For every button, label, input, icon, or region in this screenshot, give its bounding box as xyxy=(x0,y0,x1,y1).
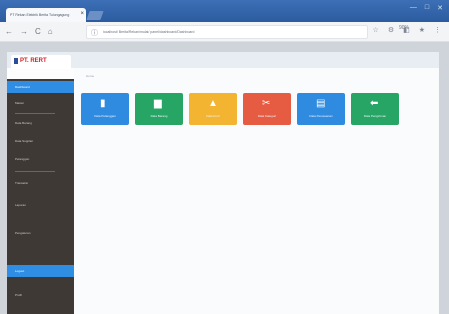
maximize-icon[interactable]: □ xyxy=(425,4,429,12)
sidebar-item-logout[interactable]: Logout xyxy=(7,265,74,277)
extension-icons: ☆ ⚙ ◧ ★ ⋮ xyxy=(373,26,441,34)
new-tab-button[interactable] xyxy=(86,11,104,20)
tile-data-kategori[interactable]: ✂ Data Kategori xyxy=(243,93,291,125)
tile-data-pemesanan[interactable]: ▤ Data Pemesanan xyxy=(297,93,345,125)
sidebar-item-transaksi[interactable]: Transaksi xyxy=(7,179,74,187)
settings-icon[interactable]: ⚙ xyxy=(388,26,394,34)
close-window-icon[interactable]: ✕ xyxy=(437,4,443,12)
sidebar-item-profil[interactable]: Profil xyxy=(7,291,74,299)
reload-icon[interactable]: C xyxy=(35,27,41,36)
sidebar-item-data-barang[interactable]: Data Barang xyxy=(7,119,74,127)
user-icon: ▮ xyxy=(100,98,106,109)
address-bar[interactable]: ⓘ localhost/ Berita/Rekan/mulai/ panel/d… xyxy=(86,25,368,39)
browser-tab[interactable]: PT Rekan Elektrik Berita Tulungagung × xyxy=(6,8,86,22)
extension-icon[interactable]: ◧ xyxy=(403,26,410,34)
tab-title: PT Rekan Elektrik Berita Tulungagung xyxy=(10,13,70,17)
tile-label: Data Kategori xyxy=(257,114,277,118)
logo-icon xyxy=(14,58,18,64)
tab-close-icon[interactable]: × xyxy=(80,11,84,17)
minimize-icon[interactable]: — xyxy=(410,4,417,12)
sidebar-item-dashboard[interactable]: Dashboard xyxy=(7,81,74,93)
back-icon[interactable]: ← xyxy=(5,27,13,36)
box-icon: ▆ xyxy=(154,98,162,109)
menu-icon[interactable]: ⋮ xyxy=(434,26,441,34)
address-text: localhost/ Berita/Rekan/mulai/ panel/das… xyxy=(103,30,195,34)
tile-label: Data Barang xyxy=(150,114,168,118)
tile-label: Data Pelanggan xyxy=(94,114,116,118)
sidebar-item-pelanggan[interactable]: Pelanggan xyxy=(7,155,74,163)
app-logo[interactable]: PT. RERT xyxy=(11,55,71,69)
app-window: PT. RERT Dashboard Master Data Barang Da… xyxy=(7,52,439,314)
browser-toolbar: ← → C ⌂ ⓘ localhost/ Berita/Rekan/mulai/… xyxy=(0,22,449,42)
sidebar-item-laporan[interactable]: Laporan xyxy=(7,201,74,209)
sidebar-divider xyxy=(15,171,55,172)
tile-label: Data Pemesanan xyxy=(309,114,333,118)
arrow-left-icon: ⬅ xyxy=(370,98,379,109)
browser-titlebar: PT Rekan Elektrik Berita Tulungagung × —… xyxy=(0,0,449,22)
tile-label: Data Kurir xyxy=(206,114,220,118)
sidebar-divider xyxy=(15,113,55,114)
document-icon: ▤ xyxy=(316,98,326,109)
forward-icon[interactable]: → xyxy=(20,27,28,36)
tile-data-kurir[interactable]: ▲ Data Kurir xyxy=(189,93,237,125)
star-icon[interactable]: ★ xyxy=(419,26,425,34)
sidebar: Dashboard Master Data Barang Data Suppli… xyxy=(7,79,74,314)
breadcrumb[interactable]: Home xyxy=(86,74,94,78)
bookmark-icon[interactable]: ☆ xyxy=(373,26,379,34)
scissors-icon: ✂ xyxy=(262,98,271,109)
app-header: PT. RERT xyxy=(7,52,439,69)
home-icon[interactable]: ⌂ xyxy=(48,27,53,36)
main-content: Home ▮ Data Pelanggan ▆ Data Barang ▲ Da… xyxy=(74,68,439,314)
page-info-icon[interactable]: ⓘ xyxy=(91,28,98,38)
tile-label: Data Pengiriman xyxy=(363,114,387,118)
logo-text: PT. RERT xyxy=(20,58,47,64)
tile-data-barang[interactable]: ▆ Data Barang xyxy=(135,93,183,125)
sidebar-item-master[interactable]: Master xyxy=(7,99,74,107)
window-controls: — □ ✕ xyxy=(410,4,443,12)
bottle-icon: ▲ xyxy=(208,98,218,109)
sidebar-item-pengaturan[interactable]: Pengaturan xyxy=(7,229,74,237)
tile-data-pelanggan[interactable]: ▮ Data Pelanggan xyxy=(81,93,129,125)
nav-buttons: ← → C ⌂ xyxy=(5,27,53,36)
tile-data-pengiriman[interactable]: ⬅ Data Pengiriman xyxy=(351,93,399,125)
sidebar-item-data-supplier[interactable]: Data Supplier xyxy=(7,137,74,145)
